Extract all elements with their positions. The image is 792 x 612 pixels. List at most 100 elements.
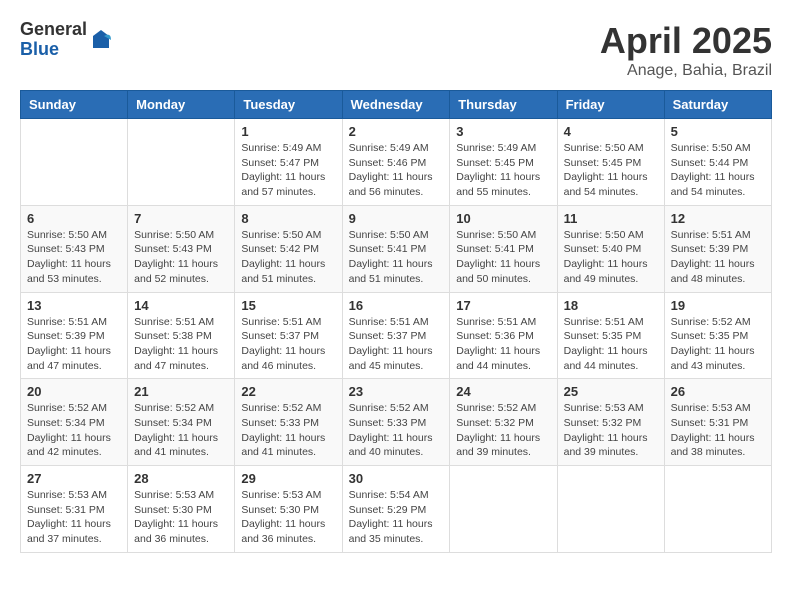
sunrise-text: Sunrise: 5:51 AM	[349, 316, 429, 328]
daylight-text: Daylight: 11 hours and 43 minutes.	[671, 345, 755, 372]
table-row	[128, 119, 235, 206]
table-row: 21 Sunrise: 5:52 AM Sunset: 5:34 PM Dayl…	[128, 379, 235, 466]
sunrise-text: Sunrise: 5:49 AM	[456, 142, 536, 154]
daylight-text: Daylight: 11 hours and 54 minutes.	[671, 171, 755, 198]
day-info: Sunrise: 5:51 AM Sunset: 5:35 PM Dayligh…	[564, 315, 658, 374]
day-info: Sunrise: 5:52 AM Sunset: 5:33 PM Dayligh…	[349, 401, 444, 460]
calendar-header-row: Sunday Monday Tuesday Wednesday Thursday…	[21, 91, 772, 119]
day-number: 11	[564, 211, 658, 226]
day-info: Sunrise: 5:51 AM Sunset: 5:37 PM Dayligh…	[241, 315, 335, 374]
day-info: Sunrise: 5:54 AM Sunset: 5:29 PM Dayligh…	[349, 488, 444, 547]
sunset-text: Sunset: 5:38 PM	[134, 330, 212, 342]
table-row: 3 Sunrise: 5:49 AM Sunset: 5:45 PM Dayli…	[450, 119, 557, 206]
day-number: 19	[671, 298, 765, 313]
day-number: 1	[241, 124, 335, 139]
day-info: Sunrise: 5:52 AM Sunset: 5:33 PM Dayligh…	[241, 401, 335, 460]
month-title: April 2025	[600, 20, 772, 62]
daylight-text: Daylight: 11 hours and 38 minutes.	[671, 432, 755, 459]
daylight-text: Daylight: 11 hours and 46 minutes.	[241, 345, 325, 372]
sunset-text: Sunset: 5:41 PM	[349, 243, 427, 255]
day-number: 29	[241, 471, 335, 486]
day-info: Sunrise: 5:51 AM Sunset: 5:37 PM Dayligh…	[349, 315, 444, 374]
sunrise-text: Sunrise: 5:50 AM	[241, 229, 321, 241]
sunrise-text: Sunrise: 5:52 AM	[671, 316, 751, 328]
sunset-text: Sunset: 5:43 PM	[134, 243, 212, 255]
sunset-text: Sunset: 5:37 PM	[241, 330, 319, 342]
sunset-text: Sunset: 5:33 PM	[241, 417, 319, 429]
table-row: 6 Sunrise: 5:50 AM Sunset: 5:43 PM Dayli…	[21, 205, 128, 292]
day-number: 28	[134, 471, 228, 486]
day-info: Sunrise: 5:51 AM Sunset: 5:36 PM Dayligh…	[456, 315, 550, 374]
sunset-text: Sunset: 5:46 PM	[349, 157, 427, 169]
daylight-text: Daylight: 11 hours and 36 minutes.	[241, 518, 325, 545]
sunrise-text: Sunrise: 5:49 AM	[241, 142, 321, 154]
table-row: 24 Sunrise: 5:52 AM Sunset: 5:32 PM Dayl…	[450, 379, 557, 466]
table-row: 13 Sunrise: 5:51 AM Sunset: 5:39 PM Dayl…	[21, 292, 128, 379]
sunrise-text: Sunrise: 5:51 AM	[671, 229, 751, 241]
day-number: 2	[349, 124, 444, 139]
day-info: Sunrise: 5:53 AM Sunset: 5:30 PM Dayligh…	[241, 488, 335, 547]
header-sunday: Sunday	[21, 91, 128, 119]
day-number: 10	[456, 211, 550, 226]
daylight-text: Daylight: 11 hours and 35 minutes.	[349, 518, 433, 545]
sunrise-text: Sunrise: 5:53 AM	[564, 402, 644, 414]
daylight-text: Daylight: 11 hours and 40 minutes.	[349, 432, 433, 459]
daylight-text: Daylight: 11 hours and 41 minutes.	[134, 432, 218, 459]
header-monday: Monday	[128, 91, 235, 119]
sunset-text: Sunset: 5:32 PM	[456, 417, 534, 429]
sunset-text: Sunset: 5:47 PM	[241, 157, 319, 169]
sunrise-text: Sunrise: 5:51 AM	[241, 316, 321, 328]
sunset-text: Sunset: 5:35 PM	[564, 330, 642, 342]
header-friday: Friday	[557, 91, 664, 119]
table-row: 16 Sunrise: 5:51 AM Sunset: 5:37 PM Dayl…	[342, 292, 450, 379]
daylight-text: Daylight: 11 hours and 42 minutes.	[27, 432, 111, 459]
daylight-text: Daylight: 11 hours and 47 minutes.	[134, 345, 218, 372]
day-number: 4	[564, 124, 658, 139]
day-number: 18	[564, 298, 658, 313]
day-number: 16	[349, 298, 444, 313]
day-number: 3	[456, 124, 550, 139]
daylight-text: Daylight: 11 hours and 39 minutes.	[564, 432, 648, 459]
daylight-text: Daylight: 11 hours and 36 minutes.	[134, 518, 218, 545]
calendar-week-row: 13 Sunrise: 5:51 AM Sunset: 5:39 PM Dayl…	[21, 292, 772, 379]
sunset-text: Sunset: 5:45 PM	[456, 157, 534, 169]
sunrise-text: Sunrise: 5:49 AM	[349, 142, 429, 154]
sunset-text: Sunset: 5:32 PM	[564, 417, 642, 429]
sunrise-text: Sunrise: 5:53 AM	[27, 489, 107, 501]
table-row: 17 Sunrise: 5:51 AM Sunset: 5:36 PM Dayl…	[450, 292, 557, 379]
day-info: Sunrise: 5:49 AM Sunset: 5:45 PM Dayligh…	[456, 141, 550, 200]
table-row: 2 Sunrise: 5:49 AM Sunset: 5:46 PM Dayli…	[342, 119, 450, 206]
table-row: 22 Sunrise: 5:52 AM Sunset: 5:33 PM Dayl…	[235, 379, 342, 466]
table-row: 18 Sunrise: 5:51 AM Sunset: 5:35 PM Dayl…	[557, 292, 664, 379]
daylight-text: Daylight: 11 hours and 54 minutes.	[564, 171, 648, 198]
sunrise-text: Sunrise: 5:53 AM	[671, 402, 751, 414]
table-row: 10 Sunrise: 5:50 AM Sunset: 5:41 PM Dayl…	[450, 205, 557, 292]
day-info: Sunrise: 5:52 AM Sunset: 5:35 PM Dayligh…	[671, 315, 765, 374]
sunrise-text: Sunrise: 5:52 AM	[349, 402, 429, 414]
sunset-text: Sunset: 5:31 PM	[671, 417, 749, 429]
day-number: 26	[671, 384, 765, 399]
title-section: April 2025 Anage, Bahia, Brazil	[600, 20, 772, 80]
day-number: 27	[27, 471, 121, 486]
sunrise-text: Sunrise: 5:50 AM	[27, 229, 107, 241]
logo-blue: Blue	[20, 40, 87, 60]
day-number: 22	[241, 384, 335, 399]
day-info: Sunrise: 5:50 AM Sunset: 5:41 PM Dayligh…	[349, 228, 444, 287]
day-number: 13	[27, 298, 121, 313]
daylight-text: Daylight: 11 hours and 51 minutes.	[241, 258, 325, 285]
day-number: 9	[349, 211, 444, 226]
table-row: 30 Sunrise: 5:54 AM Sunset: 5:29 PM Dayl…	[342, 466, 450, 553]
calendar-week-row: 1 Sunrise: 5:49 AM Sunset: 5:47 PM Dayli…	[21, 119, 772, 206]
sunrise-text: Sunrise: 5:50 AM	[349, 229, 429, 241]
table-row	[664, 466, 771, 553]
day-info: Sunrise: 5:53 AM Sunset: 5:31 PM Dayligh…	[27, 488, 121, 547]
table-row: 28 Sunrise: 5:53 AM Sunset: 5:30 PM Dayl…	[128, 466, 235, 553]
daylight-text: Daylight: 11 hours and 41 minutes.	[241, 432, 325, 459]
day-info: Sunrise: 5:50 AM Sunset: 5:43 PM Dayligh…	[134, 228, 228, 287]
table-row	[21, 119, 128, 206]
day-info: Sunrise: 5:51 AM Sunset: 5:39 PM Dayligh…	[27, 315, 121, 374]
sunset-text: Sunset: 5:34 PM	[27, 417, 105, 429]
sunset-text: Sunset: 5:42 PM	[241, 243, 319, 255]
sunset-text: Sunset: 5:34 PM	[134, 417, 212, 429]
day-info: Sunrise: 5:50 AM Sunset: 5:45 PM Dayligh…	[564, 141, 658, 200]
